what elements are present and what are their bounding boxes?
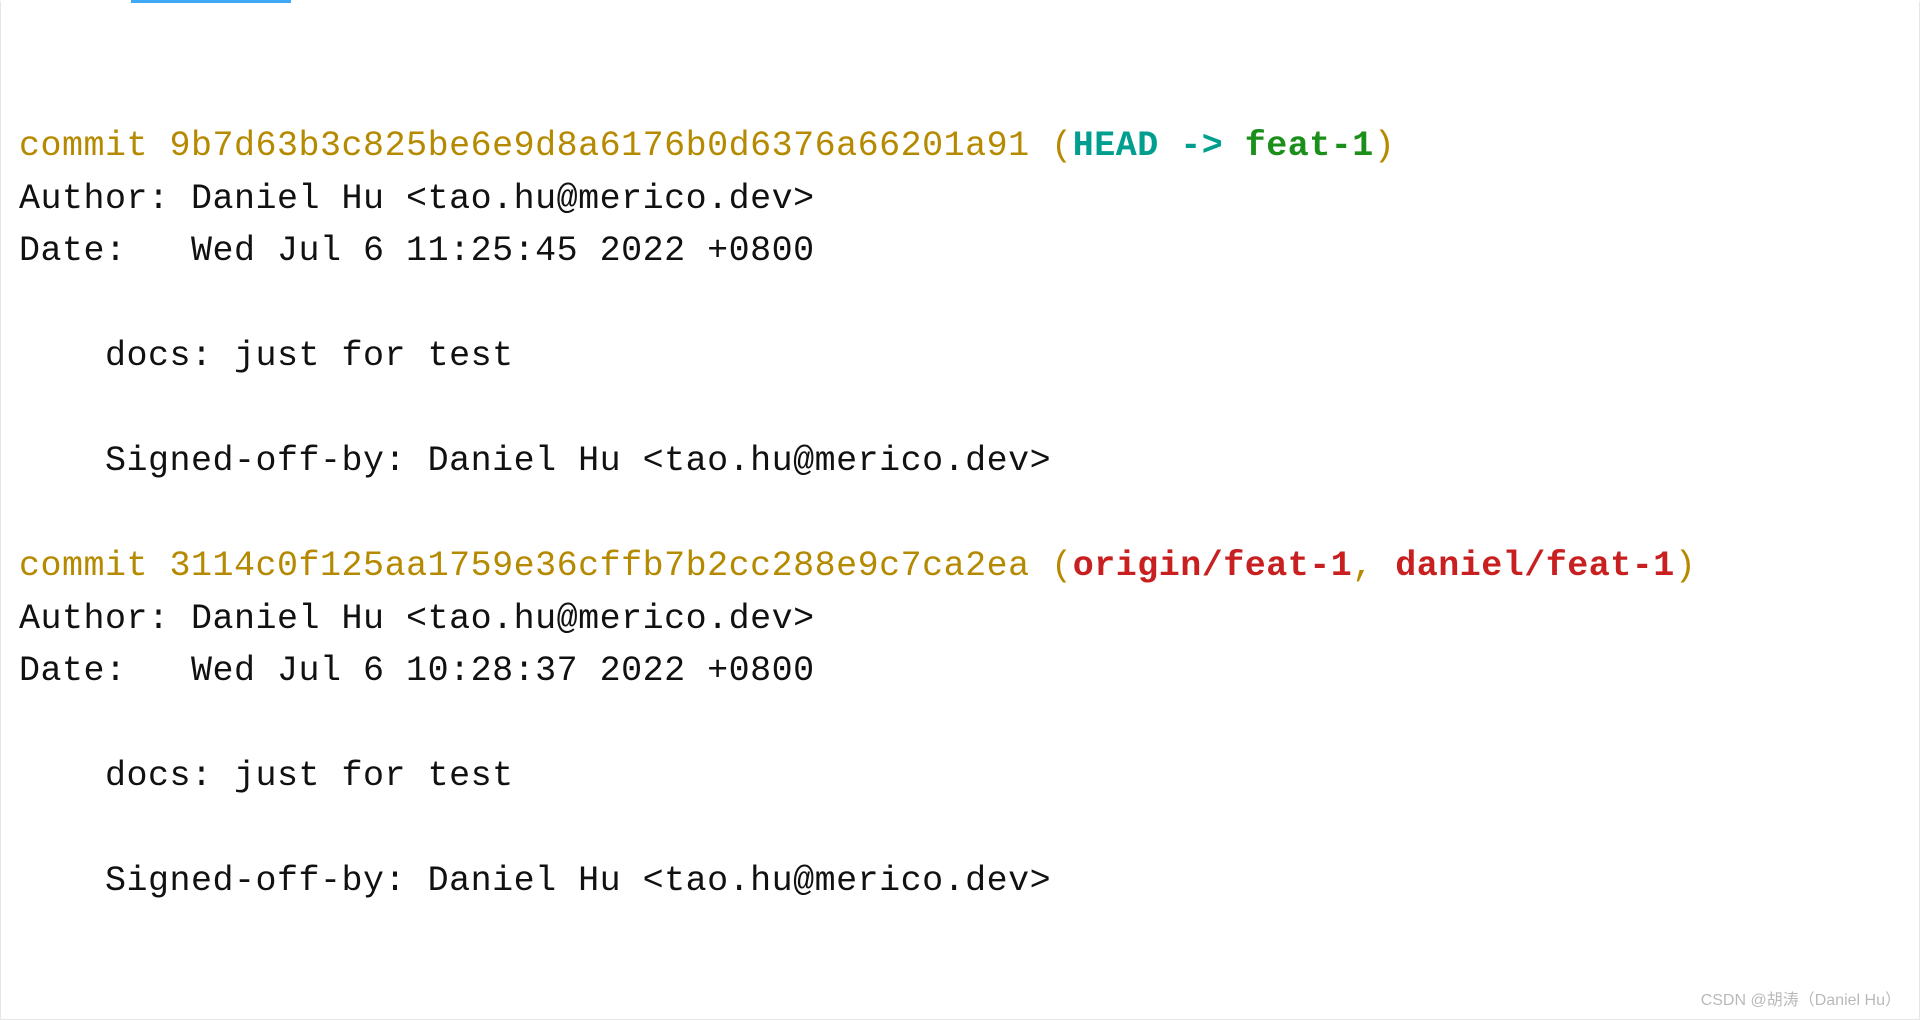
ref-remote: daniel/feat-1 (1395, 546, 1675, 586)
date-line: Date: Wed Jul 6 11:25:45 2022 +0800 (19, 231, 815, 271)
git-log-terminal: commit 9b7d63b3c825be6e9d8a6176b0d6376a6… (0, 0, 1920, 1020)
ref-open-paren: ( (1030, 126, 1073, 166)
ref-branch: feat-1 (1245, 126, 1374, 166)
ref-close-paren: ) (1675, 546, 1697, 586)
author-line: Author: Daniel Hu <tao.hu@merico.dev> (19, 599, 815, 639)
commit-keyword: commit (19, 546, 170, 586)
commit-hash: 3114c0f125aa1759e36cffb7b2cc288e9c7ca2ea (170, 546, 1030, 586)
watermark-text: CSDN @胡涛（Daniel Hu） (1701, 989, 1901, 1013)
ref-head: HEAD -> (1073, 126, 1245, 166)
ref-remote: origin/feat-1 (1073, 546, 1353, 586)
top-accent-bar (131, 0, 291, 3)
signed-off-line: Signed-off-by: Daniel Hu <tao.hu@merico.… (19, 861, 1051, 901)
ref-close-paren: ) (1374, 126, 1396, 166)
author-line: Author: Daniel Hu <tao.hu@merico.dev> (19, 179, 815, 219)
ref-open-paren: ( (1030, 546, 1073, 586)
commit-hash: 9b7d63b3c825be6e9d8a6176b0d6376a66201a91 (170, 126, 1030, 166)
commit-message: docs: just for test (19, 336, 514, 376)
signed-off-line: Signed-off-by: Daniel Hu <tao.hu@merico.… (19, 441, 1051, 481)
commit-keyword: commit (19, 126, 170, 166)
commit-message: docs: just for test (19, 756, 514, 796)
date-line: Date: Wed Jul 6 10:28:37 2022 +0800 (19, 651, 815, 691)
ref-separator: , (1352, 546, 1395, 586)
